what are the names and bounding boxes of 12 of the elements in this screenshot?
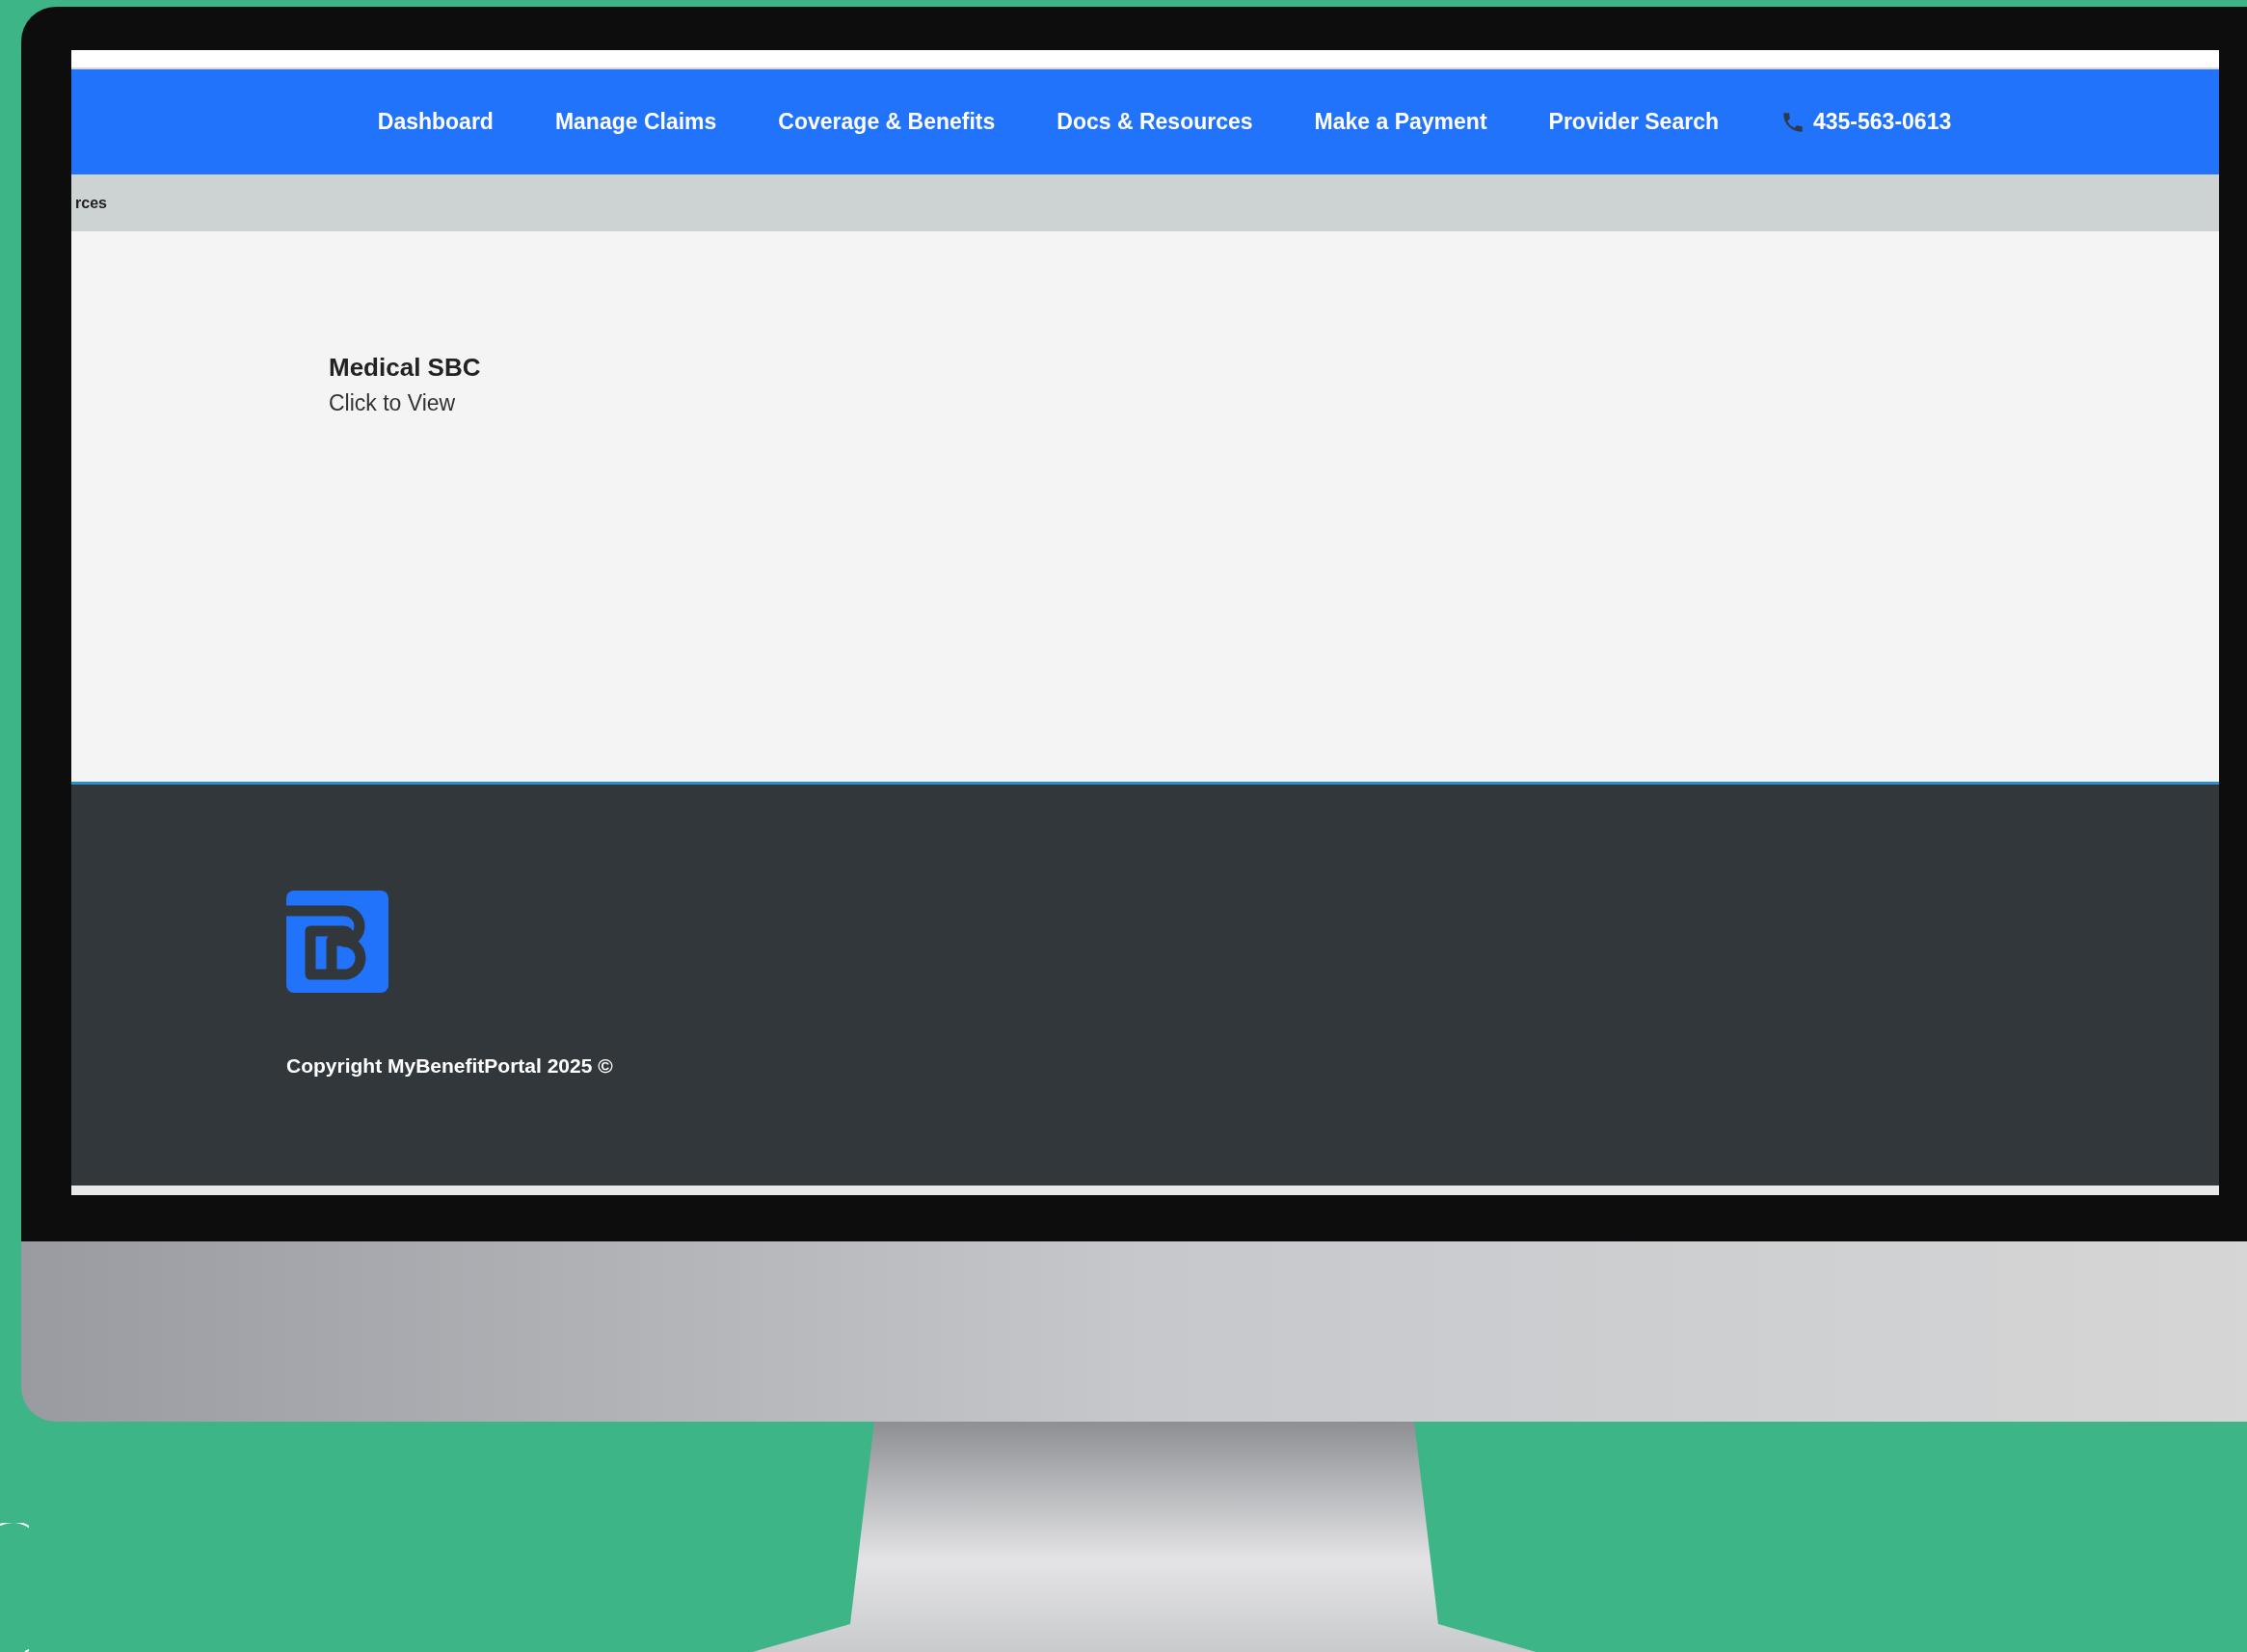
nav-link[interactable]: Dashboard xyxy=(377,105,494,139)
nav-link[interactable]: Docs & Resources xyxy=(1057,105,1253,139)
view-link[interactable]: Click to View xyxy=(329,386,2219,420)
phone-link[interactable]: 435-563-0613 xyxy=(1780,105,1952,139)
logo-icon xyxy=(286,891,388,993)
breadcrumb-link[interactable]: rces xyxy=(75,191,107,215)
nav-link[interactable]: Coverage & Benefits xyxy=(778,105,996,139)
document-title: Medical SBC xyxy=(329,352,482,384)
copyright-text: Copyright MyBenefitPortal 2025 © xyxy=(286,1053,614,1079)
nav-link[interactable]: Make a Payment xyxy=(1314,105,1487,139)
nav-link[interactable]: Manage Claims xyxy=(554,105,717,139)
nav-link[interactable]: Provider Search xyxy=(1548,105,1719,139)
